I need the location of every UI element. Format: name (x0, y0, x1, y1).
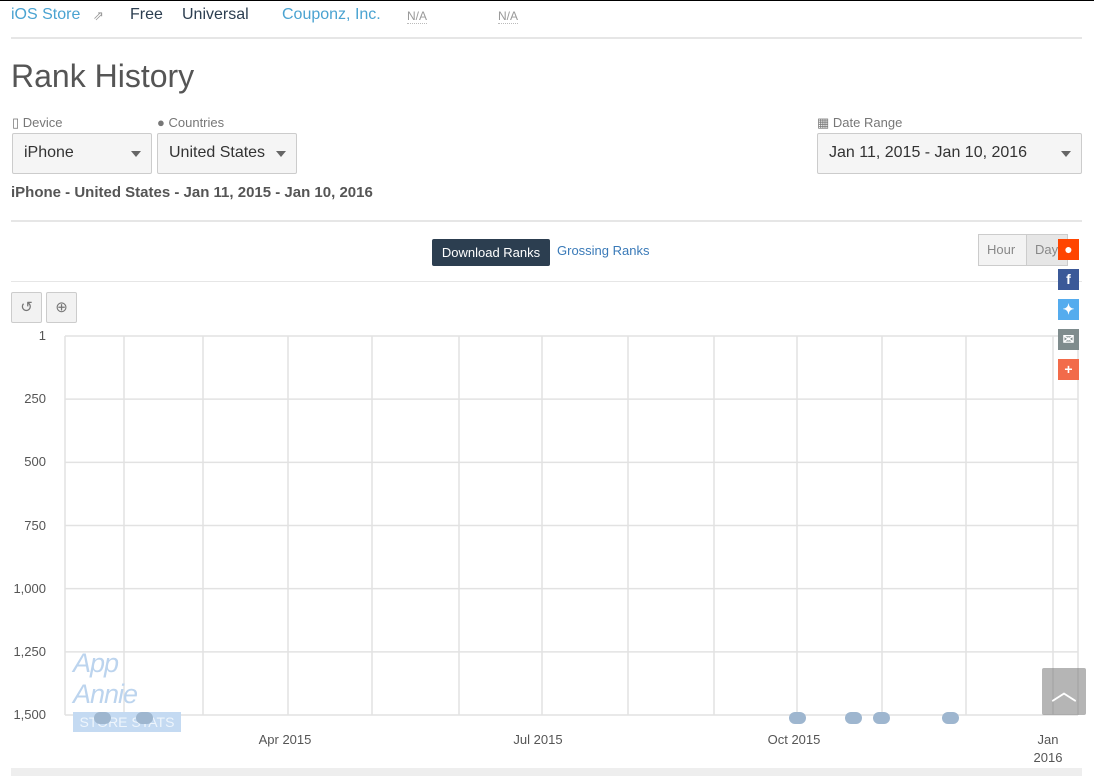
chevron-up-icon: ︿ (1050, 676, 1077, 706)
y-tick-label: 1,000 (13, 580, 46, 596)
date-range-label: ▦ Date Range (817, 115, 902, 131)
note-marker-icon[interactable] (94, 712, 111, 724)
countries-select[interactable]: United States (157, 133, 297, 174)
na-value-1: N/A (407, 9, 428, 24)
y-tick-label: 250 (24, 391, 46, 407)
more-share-icon[interactable]: + (1058, 359, 1079, 380)
divider (11, 220, 1082, 222)
x-tick-line1: Oct 2015 (767, 732, 821, 747)
scroll-to-top-button[interactable]: ︿ (1042, 668, 1086, 715)
watermark-title: App Annie (73, 648, 138, 709)
zoom-button[interactable]: ⊕ (46, 292, 77, 323)
x-tick-label: Jan 2016 (1008, 732, 1088, 765)
phone-icon: ▯ (12, 115, 20, 130)
facebook-share-icon[interactable]: f (1058, 269, 1079, 290)
price: Free (130, 6, 163, 23)
filter-summary: iPhone - United States - Jan 11, 2015 - … (11, 184, 373, 201)
undo-icon: ↺ (20, 299, 33, 316)
divider (11, 281, 1082, 282)
twitter-share-icon[interactable]: ✦ (1058, 299, 1079, 320)
device-label: ▯ Device (12, 115, 63, 131)
na-value-2: N/A (498, 9, 519, 24)
device-label-text: Device (22, 115, 63, 130)
calendar-icon: ▦ (817, 115, 830, 130)
y-tick-label: 750 (24, 517, 46, 533)
note-marker-icon[interactable] (845, 712, 862, 724)
countries-value: United States (169, 144, 266, 161)
y-tick-label: 1,500 (13, 707, 46, 722)
ios-store-link[interactable]: iOS Store (11, 6, 80, 24)
date-range-label-text: Date Range (832, 115, 903, 130)
page-title: Rank History (11, 58, 195, 94)
device-value: iPhone (24, 144, 74, 161)
zoom-in-icon: ⊕ (55, 299, 68, 316)
countries-label-text: Countries (168, 115, 225, 130)
x-tick-label: Oct 2015 (754, 732, 834, 747)
tab-download-ranks[interactable]: Download Ranks (432, 239, 550, 266)
globe-icon: ● (157, 115, 165, 130)
y-tick-label: 1 (38, 328, 46, 343)
external-link-icon[interactable]: ⇗ (93, 8, 104, 24)
top-border (0, 0, 1094, 1)
hour-button[interactable]: Hour (978, 234, 1027, 266)
note-marker-icon[interactable] (136, 712, 153, 724)
caret-down-icon (1061, 151, 1071, 157)
x-tick-line2: 2016 (1033, 750, 1063, 765)
x-tick-label: Apr 2015 (245, 732, 325, 747)
y-tick-label: 1,250 (13, 643, 46, 659)
reddit-share-icon[interactable]: ● (1058, 239, 1079, 260)
device-select[interactable]: iPhone (12, 133, 152, 174)
publisher-link[interactable]: Couponz, Inc. (282, 6, 381, 24)
note-marker-icon[interactable] (789, 712, 806, 724)
watermark-subtitle: STORE STATS (73, 712, 181, 732)
footer-bar (11, 768, 1082, 776)
divider (11, 37, 1082, 39)
countries-label: ● Countries (157, 115, 224, 130)
tab-grossing-ranks[interactable]: Grossing Ranks (557, 243, 649, 258)
caret-down-icon (276, 151, 286, 157)
reset-zoom-button[interactable]: ↺ (11, 292, 42, 323)
date-range-value: Jan 11, 2015 - Jan 10, 2016 (829, 144, 1028, 161)
app-annie-watermark: App Annie STORE STATS (73, 648, 181, 732)
note-marker-icon[interactable] (873, 712, 890, 724)
x-tick-line1: Apr 2015 (258, 732, 312, 747)
x-tick-line1: Jan (1037, 732, 1059, 747)
x-tick-label: Jul 2015 (498, 732, 578, 747)
email-share-icon[interactable]: ✉ (1058, 329, 1079, 350)
note-marker-icon[interactable] (942, 712, 959, 724)
x-tick-line1: Jul 2015 (513, 732, 563, 747)
caret-down-icon (131, 151, 141, 157)
y-tick-label: 500 (24, 454, 46, 470)
platform: Universal (182, 6, 249, 23)
date-range-select[interactable]: Jan 11, 2015 - Jan 10, 2016 (817, 133, 1082, 174)
